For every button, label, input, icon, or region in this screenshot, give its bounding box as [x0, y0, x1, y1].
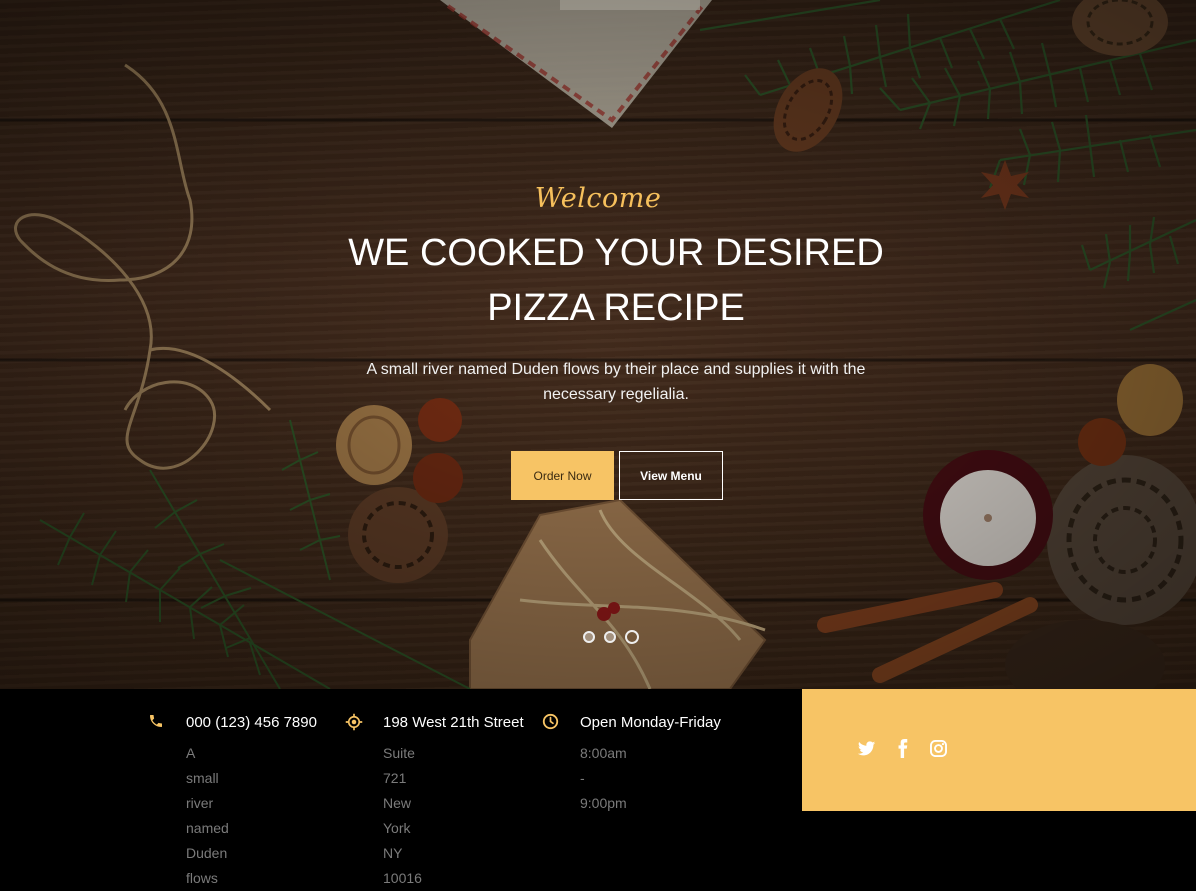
location-icon — [345, 713, 363, 731]
slide-dot-1[interactable] — [583, 631, 595, 643]
instagram-icon[interactable] — [929, 739, 948, 758]
phone-detail: A small river named Duden flows — [186, 745, 229, 886]
hero-section: Welcome WE COOKED YOUR DESIRED PIZZA REC… — [0, 0, 1196, 689]
address-detail: Suite 721 New York NY 10016 — [383, 745, 422, 886]
facebook-icon[interactable] — [893, 739, 912, 758]
hero-headline: WE COOKED YOUR DESIRED PIZZA RECIPE — [348, 232, 884, 329]
hero-description: A small river named Duden flows by their… — [366, 361, 866, 403]
address-street: 198 West 21th Street — [383, 714, 524, 731]
slider-pagination — [583, 630, 639, 644]
twitter-icon[interactable] — [857, 739, 876, 758]
hours-title: Open Monday-Friday — [580, 714, 721, 731]
order-now-button[interactable]: Order Now — [511, 451, 614, 500]
view-menu-button[interactable]: View Menu — [619, 451, 723, 500]
social-links — [857, 739, 948, 758]
slide-dot-3[interactable] — [625, 630, 639, 644]
hours-detail: 8:00am - 9:00pm — [580, 745, 627, 811]
hero-overlay — [0, 0, 1196, 689]
phone-number[interactable]: 000 (123) 456 7890 — [186, 713, 317, 733]
phone-icon — [148, 713, 166, 731]
slide-dot-2[interactable] — [604, 631, 616, 643]
contact-info-bar: 000 (123) 456 7890 A small river named D… — [0, 689, 802, 886]
social-bar — [802, 689, 1196, 811]
clock-icon — [542, 713, 560, 731]
welcome-subtitle: Welcome — [534, 183, 662, 214]
